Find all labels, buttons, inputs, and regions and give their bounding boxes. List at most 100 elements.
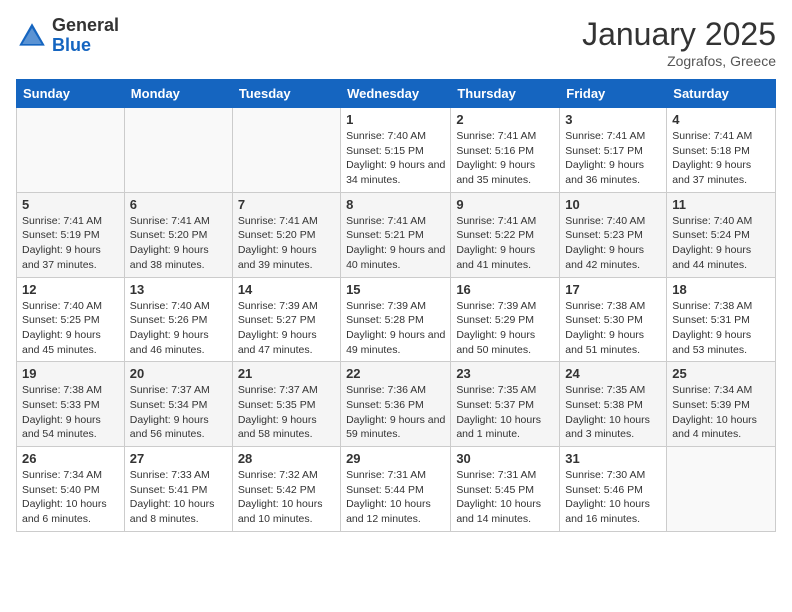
day-number: 31 — [565, 451, 661, 466]
calendar-cell: 8Sunrise: 7:41 AM Sunset: 5:21 PM Daylig… — [341, 192, 451, 277]
day-number: 6 — [130, 197, 227, 212]
day-number: 13 — [130, 282, 227, 297]
day-number: 20 — [130, 366, 227, 381]
calendar-cell: 10 Sunrise: 7:40 AM Sunset: 5:23 PM Dayli… — [560, 192, 667, 277]
weekday-header-row: SundayMondayTuesdayWednesdayThursdayFrid… — [17, 80, 776, 108]
day-info: Sunrise: 7:41 AM Sunset: 5:22 PM Dayligh… — [456, 214, 554, 273]
calendar-cell: 5 Sunrise: 7:41 AM Sunset: 5:19 PM Daylig… — [17, 192, 125, 277]
calendar-cell — [232, 108, 340, 193]
day-info: Sunrise: 7:38 AM Sunset: 5:31 PM Dayligh… — [672, 299, 770, 358]
calendar-cell: 12Sunrise: 7:40 AM Sunset: 5:25 PM Dayli… — [17, 277, 125, 362]
calendar-cell — [124, 108, 232, 193]
day-info: Sunrise: 7:41 AM Sunset: 5:19 PM Dayligh… — [22, 214, 119, 273]
day-number: 18 — [672, 282, 770, 297]
day-number: 11 — [672, 197, 770, 212]
calendar-cell: 14 Sunrise: 7:39 AM Sunset: 5:27 PM Dayli… — [232, 277, 340, 362]
calendar-week-row: 12Sunrise: 7:40 AM Sunset: 5:25 PM Dayli… — [17, 277, 776, 362]
calendar-cell: 9 Sunrise: 7:41 AM Sunset: 5:22 PM Daylig… — [451, 192, 560, 277]
day-info: Sunrise: 7:39 AM Sunset: 5:27 PM Dayligh… — [238, 299, 335, 358]
day-number: 29 — [346, 451, 445, 466]
day-number: 4 — [672, 112, 770, 127]
day-info: Sunrise: 7:40 AM Sunset: 5:15 PM Dayligh… — [346, 129, 445, 188]
calendar-week-row: 26 Sunrise: 7:34 AM Sunset: 5:40 PM Dayli… — [17, 447, 776, 532]
weekday-header: Saturday — [667, 80, 776, 108]
day-info: Sunrise: 7:39 AM Sunset: 5:29 PM Dayligh… — [456, 299, 554, 358]
weekday-header: Wednesday — [341, 80, 451, 108]
day-number: 10 — [565, 197, 661, 212]
day-info: Sunrise: 7:41 AM Sunset: 5:18 PM Dayligh… — [672, 129, 770, 188]
logo-text: General Blue — [52, 16, 119, 56]
calendar-cell: 22 Sunrise: 7:36 AM Sunset: 5:36 PM Dayli… — [341, 362, 451, 447]
day-info: Sunrise: 7:38 AM Sunset: 5:33 PM Dayligh… — [22, 383, 119, 442]
day-info: Sunrise: 7:31 AM Sunset: 5:44 PM Dayligh… — [346, 468, 445, 527]
calendar-cell: 24 Sunrise: 7:35 AM Sunset: 5:38 PM Dayli… — [560, 362, 667, 447]
logo: General Blue — [16, 16, 119, 56]
calendar-cell: 3 Sunrise: 7:41 AM Sunset: 5:17 PM Daylig… — [560, 108, 667, 193]
day-info: Sunrise: 7:37 AM Sunset: 5:35 PM Dayligh… — [238, 383, 335, 442]
day-info: Sunrise: 7:41 AM Sunset: 5:17 PM Dayligh… — [565, 129, 661, 188]
weekday-header: Friday — [560, 80, 667, 108]
day-info: Sunrise: 7:35 AM Sunset: 5:38 PM Dayligh… — [565, 383, 661, 442]
calendar-table: SundayMondayTuesdayWednesdayThursdayFrid… — [16, 79, 776, 532]
title-block: January 2025 Zografos, Greece — [582, 16, 776, 69]
calendar-cell: 13 Sunrise: 7:40 AM Sunset: 5:26 PM Dayli… — [124, 277, 232, 362]
day-number: 22 — [346, 366, 445, 381]
day-info: Sunrise: 7:38 AM Sunset: 5:30 PM Dayligh… — [565, 299, 661, 358]
day-info: Sunrise: 7:41 AM Sunset: 5:20 PM Dayligh… — [238, 214, 335, 273]
day-number: 21 — [238, 366, 335, 381]
day-number: 26 — [22, 451, 119, 466]
day-number: 25 — [672, 366, 770, 381]
weekday-header: Monday — [124, 80, 232, 108]
day-info: Sunrise: 7:40 AM Sunset: 5:26 PM Dayligh… — [130, 299, 227, 358]
day-info: Sunrise: 7:40 AM Sunset: 5:24 PM Dayligh… — [672, 214, 770, 273]
day-number: 12 — [22, 282, 119, 297]
day-number: 28 — [238, 451, 335, 466]
day-info: Sunrise: 7:35 AM Sunset: 5:37 PM Dayligh… — [456, 383, 554, 442]
calendar-cell: 27Sunrise: 7:33 AM Sunset: 5:41 PM Dayli… — [124, 447, 232, 532]
calendar-cell: 16 Sunrise: 7:39 AM Sunset: 5:29 PM Dayli… — [451, 277, 560, 362]
calendar-week-row: 1 Sunrise: 7:40 AM Sunset: 5:15 PM Daylig… — [17, 108, 776, 193]
calendar-cell: 4 Sunrise: 7:41 AM Sunset: 5:18 PM Daylig… — [667, 108, 776, 193]
calendar-cell: 2Sunrise: 7:41 AM Sunset: 5:16 PM Daylig… — [451, 108, 560, 193]
day-number: 9 — [456, 197, 554, 212]
day-number: 8 — [346, 197, 445, 212]
day-number: 5 — [22, 197, 119, 212]
calendar-cell: 20Sunrise: 7:37 AM Sunset: 5:34 PM Dayli… — [124, 362, 232, 447]
weekday-header: Tuesday — [232, 80, 340, 108]
day-info: Sunrise: 7:39 AM Sunset: 5:28 PM Dayligh… — [346, 299, 445, 358]
calendar-cell — [667, 447, 776, 532]
calendar-week-row: 19Sunrise: 7:38 AM Sunset: 5:33 PM Dayli… — [17, 362, 776, 447]
day-number: 1 — [346, 112, 445, 127]
calendar-cell: 30Sunrise: 7:31 AM Sunset: 5:45 PM Dayli… — [451, 447, 560, 532]
calendar-cell: 7Sunrise: 7:41 AM Sunset: 5:20 PM Daylig… — [232, 192, 340, 277]
day-number: 16 — [456, 282, 554, 297]
calendar-cell: 6Sunrise: 7:41 AM Sunset: 5:20 PM Daylig… — [124, 192, 232, 277]
calendar-cell: 31 Sunrise: 7:30 AM Sunset: 5:46 PM Dayli… — [560, 447, 667, 532]
day-number: 24 — [565, 366, 661, 381]
calendar-cell: 29 Sunrise: 7:31 AM Sunset: 5:44 PM Dayli… — [341, 447, 451, 532]
day-number: 14 — [238, 282, 335, 297]
logo-blue: Blue — [52, 36, 119, 56]
day-number: 30 — [456, 451, 554, 466]
day-info: Sunrise: 7:40 AM Sunset: 5:23 PM Dayligh… — [565, 214, 661, 273]
calendar-cell: 21 Sunrise: 7:37 AM Sunset: 5:35 PM Dayli… — [232, 362, 340, 447]
calendar-cell: 25 Sunrise: 7:34 AM Sunset: 5:39 PM Dayli… — [667, 362, 776, 447]
calendar-cell: 28 Sunrise: 7:32 AM Sunset: 5:42 PM Dayli… — [232, 447, 340, 532]
calendar-cell: 26 Sunrise: 7:34 AM Sunset: 5:40 PM Dayli… — [17, 447, 125, 532]
logo-icon — [16, 20, 48, 52]
day-number: 15 — [346, 282, 445, 297]
page-header: General Blue January 2025 Zografos, Gree… — [16, 16, 776, 69]
day-number: 3 — [565, 112, 661, 127]
day-info: Sunrise: 7:32 AM Sunset: 5:42 PM Dayligh… — [238, 468, 335, 527]
day-info: Sunrise: 7:30 AM Sunset: 5:46 PM Dayligh… — [565, 468, 661, 527]
calendar-cell — [17, 108, 125, 193]
calendar-cell: 18 Sunrise: 7:38 AM Sunset: 5:31 PM Dayli… — [667, 277, 776, 362]
calendar-week-row: 5 Sunrise: 7:41 AM Sunset: 5:19 PM Daylig… — [17, 192, 776, 277]
calendar-cell: 23 Sunrise: 7:35 AM Sunset: 5:37 PM Dayli… — [451, 362, 560, 447]
calendar-cell: 15 Sunrise: 7:39 AM Sunset: 5:28 PM Dayli… — [341, 277, 451, 362]
day-number: 23 — [456, 366, 554, 381]
day-info: Sunrise: 7:36 AM Sunset: 5:36 PM Dayligh… — [346, 383, 445, 442]
day-info: Sunrise: 7:34 AM Sunset: 5:39 PM Dayligh… — [672, 383, 770, 442]
day-info: Sunrise: 7:34 AM Sunset: 5:40 PM Dayligh… — [22, 468, 119, 527]
day-number: 2 — [456, 112, 554, 127]
